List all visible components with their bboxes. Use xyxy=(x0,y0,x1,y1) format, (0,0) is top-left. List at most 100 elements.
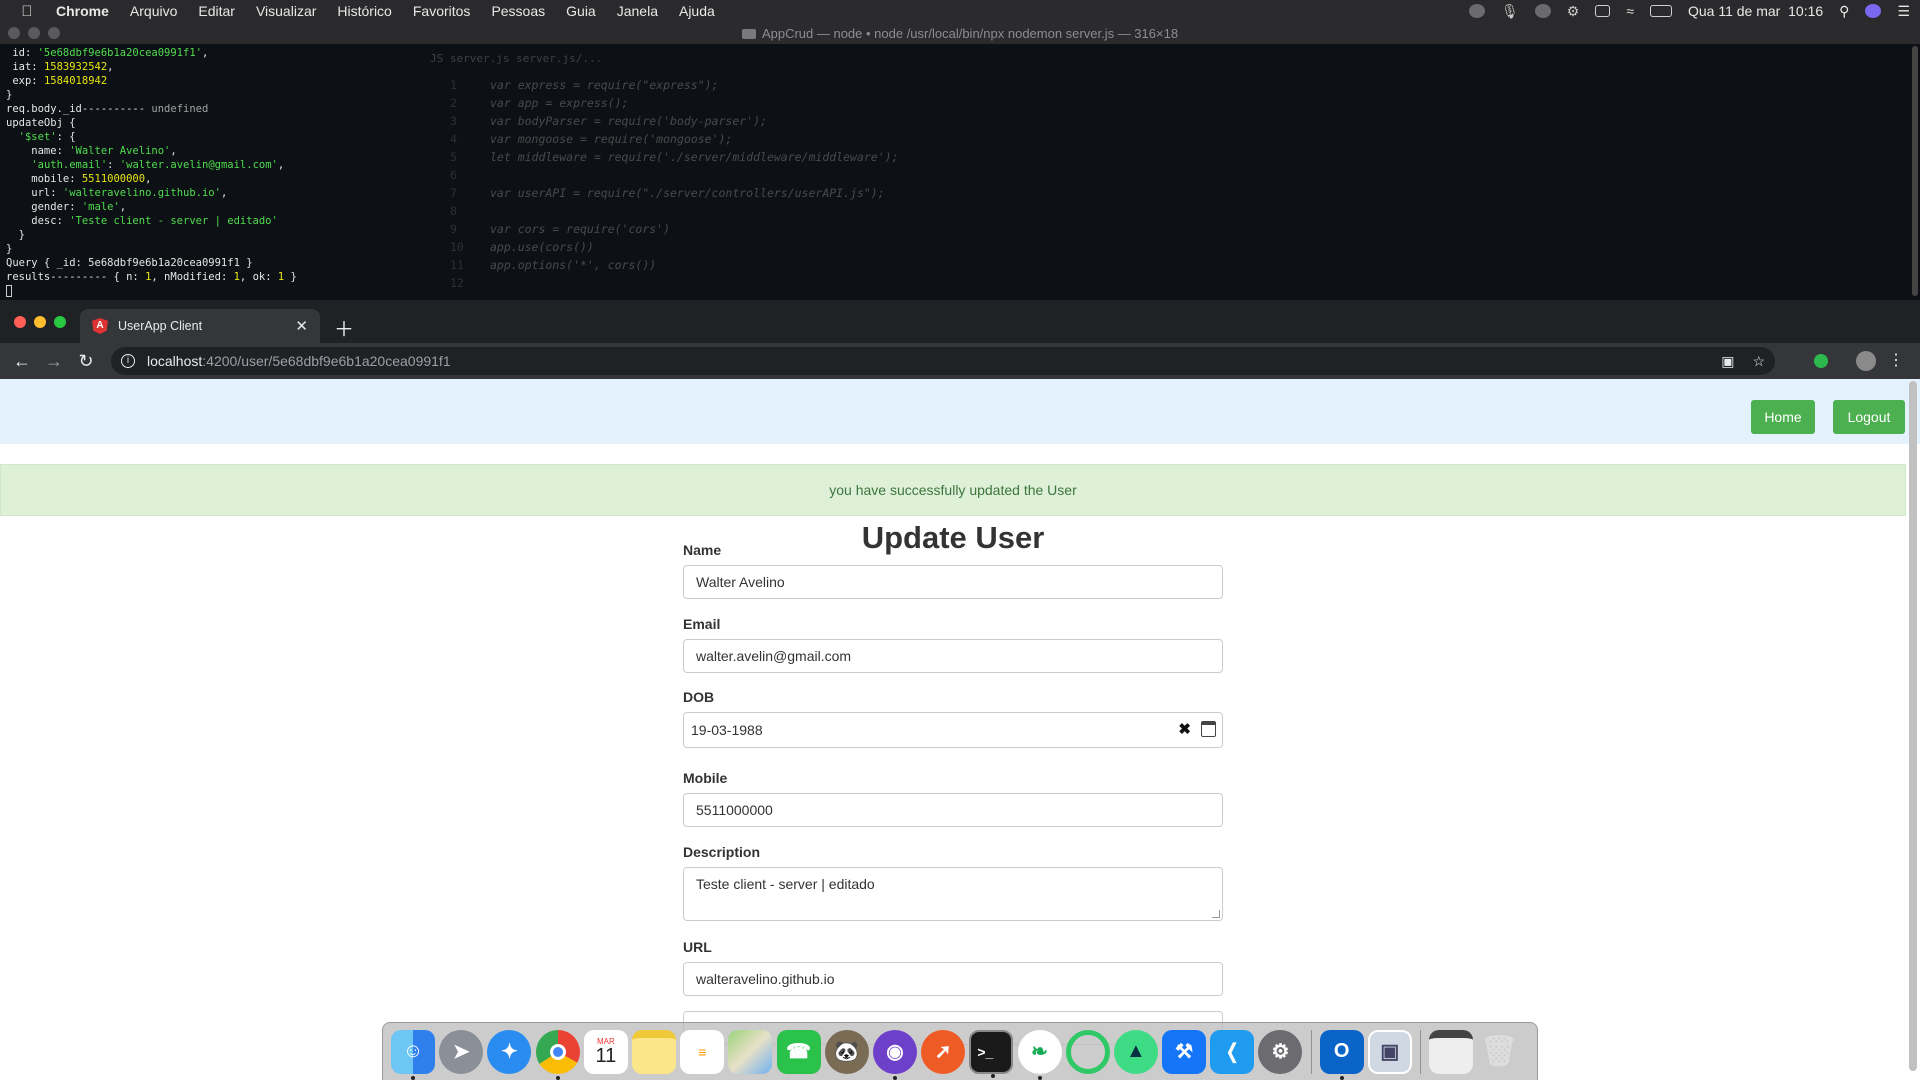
editor-code-line: 2 var app = express(); xyxy=(450,94,899,112)
tab-close-icon[interactable]: ✕ xyxy=(295,317,308,335)
editor-line-number: 5 xyxy=(450,150,457,164)
logout-button[interactable]: Logout xyxy=(1833,400,1905,434)
robo3t-icon[interactable] xyxy=(1065,1029,1110,1074)
menu-ajuda[interactable]: Ajuda xyxy=(679,3,715,19)
terminal-line-segment: , nModified: xyxy=(151,271,234,283)
siri-icon[interactable] xyxy=(1865,4,1882,18)
reminders-icon[interactable]: ≡ xyxy=(680,1029,725,1074)
xcode-icon[interactable]: ⚒ xyxy=(1162,1029,1207,1074)
postman-icon[interactable]: ➚ xyxy=(921,1029,966,1074)
editor-code-line: 1 var express = require("express"); xyxy=(450,76,899,94)
editor-code-line: 10 app.use(cors()) xyxy=(450,238,899,256)
status-gear-icon[interactable]: ⚙ xyxy=(1567,3,1580,20)
forward-icon[interactable]: → xyxy=(43,351,65,372)
home-button[interactable]: Home xyxy=(1751,400,1815,434)
email-input[interactable]: walter.avelin@gmail.com xyxy=(683,639,1223,673)
menu-app-name[interactable]: Chrome xyxy=(56,3,109,19)
trash-icon[interactable]: 🗑 xyxy=(1477,1030,1521,1074)
window-close-icon[interactable] xyxy=(14,316,26,328)
translate-icon[interactable]: ▣ xyxy=(1721,353,1734,370)
menu-historico[interactable]: Histórico xyxy=(337,3,391,19)
profile-avatar[interactable] xyxy=(1856,351,1876,371)
mobile-input[interactable]: 5511000000 xyxy=(683,793,1223,827)
mongodb-compass-icon[interactable]: ❧ xyxy=(1017,1029,1062,1080)
system-preferences-icon[interactable]: ⚙ xyxy=(1258,1029,1303,1074)
editor-code-line: 3 var bodyParser = require('body-parser')… xyxy=(450,112,899,130)
terminal-line-segment: , xyxy=(220,187,228,199)
clear-date-icon[interactable]: ✖ xyxy=(1178,721,1191,739)
chrome-icon[interactable] xyxy=(535,1029,580,1080)
editor-code-line: 5 let middleware = require('./server/midd… xyxy=(450,148,899,166)
name-input[interactable]: Walter Avelino xyxy=(683,565,1223,599)
dock-separator xyxy=(1310,1029,1312,1074)
calendar-icon[interactable] xyxy=(1201,721,1216,737)
editor-line-text: var app = express(); xyxy=(490,96,629,110)
window-minimize-icon[interactable] xyxy=(34,316,46,328)
menu-arquivo[interactable]: Arquivo xyxy=(130,3,177,19)
terminal-line-segment: 'auth.email' xyxy=(31,159,108,171)
extension-icon[interactable] xyxy=(1814,354,1828,368)
terminal-icon[interactable]: >_ xyxy=(969,1029,1014,1078)
terminal-line-segment: iat: xyxy=(6,61,44,73)
url-input[interactable]: walteravelino.github.io xyxy=(683,962,1223,996)
status-app-icon-2[interactable] xyxy=(1534,4,1551,18)
background-editor-reflection: JS server.js server.js/... 1 var express … xyxy=(430,44,1900,300)
downloads-icon[interactable] xyxy=(1429,1029,1474,1074)
tab-userapp-client[interactable]: A UserApp Client ✕ xyxy=(80,309,320,343)
terminal-title: AppCrud — node • node /usr/local/bin/npx… xyxy=(761,25,1179,41)
vscode-icon[interactable]: ❬ xyxy=(1210,1029,1255,1074)
calendar-icon[interactable]: MAR 11 xyxy=(583,1029,628,1074)
new-tab-icon[interactable]: ＋ xyxy=(334,313,354,342)
editor-code-line: 11 app.options('*', cors()) xyxy=(450,256,899,274)
dob-datepicker[interactable]: 19-03-1988 ✖ xyxy=(683,712,1223,748)
gimp-icon[interactable]: 🐼 xyxy=(824,1029,869,1074)
github-desktop-icon[interactable]: ◉ xyxy=(872,1029,917,1080)
editor-code-line: 6 xyxy=(450,166,899,184)
terminal-line-segment: } xyxy=(284,271,297,283)
menu-pessoas[interactable]: Pessoas xyxy=(491,3,545,19)
url-path: :4200/user/5e68dbf9e6b1a20cea0991f1 xyxy=(202,353,451,369)
bookmark-star-icon[interactable]: ☆ xyxy=(1752,353,1765,370)
outlook-icon[interactable]: O xyxy=(1319,1029,1364,1080)
screen-mirroring-icon[interactable] xyxy=(1595,5,1611,17)
editor-line-number: 6 xyxy=(450,168,457,182)
terminal-line-segment: undefined xyxy=(151,103,209,115)
notification-center-icon[interactable]: ☰ xyxy=(1897,3,1910,20)
site-info-icon[interactable]: i xyxy=(121,354,135,368)
menu-janela[interactable]: Janela xyxy=(617,3,658,19)
terminal-line-segment: 1584018942 xyxy=(43,75,108,87)
menu-guia[interactable]: Guia xyxy=(566,3,596,19)
dob-value: 19-03-1988 xyxy=(691,722,763,738)
page-scrollbar[interactable] xyxy=(1909,381,1917,1071)
address-bar[interactable]: i localhost:4200/user/5e68dbf9e6b1a20cea… xyxy=(111,347,1775,375)
microphone-icon[interactable]: 🎙 xyxy=(1501,3,1519,20)
apple-menu-icon[interactable]:  xyxy=(16,3,38,20)
description-textarea[interactable]: Teste client - server | editado xyxy=(683,867,1223,921)
maps-icon[interactable] xyxy=(728,1029,773,1074)
notes-icon[interactable] xyxy=(632,1029,677,1074)
menu-editar[interactable]: Editar xyxy=(198,3,235,19)
terminal-title-bar[interactable]: AppCrud — node • node /usr/local/bin/npx… xyxy=(0,22,1920,44)
finder-icon[interactable]: ☺ xyxy=(391,1029,436,1080)
menu-favoritos[interactable]: Favoritos xyxy=(413,3,471,19)
resize-grip-icon[interactable] xyxy=(1212,910,1220,918)
editor-code: 1 var express = require("express"); 2 var a… xyxy=(450,76,899,292)
window-zoom-icon[interactable] xyxy=(54,316,66,328)
reload-icon[interactable]: ↻ xyxy=(75,351,97,372)
status-app-icon[interactable] xyxy=(1468,4,1485,18)
menubar-datetime[interactable]: Qua 11 de mar 10:16 xyxy=(1688,3,1823,19)
android-studio-icon[interactable]: ▲ xyxy=(1113,1029,1158,1074)
terminal-output[interactable]: JS server.js server.js/... 1 var express … xyxy=(0,44,1920,300)
terminal-scrollbar[interactable] xyxy=(1912,46,1918,296)
chrome-menu-icon[interactable]: ⋮ xyxy=(1888,350,1904,370)
menu-visualizar[interactable]: Visualizar xyxy=(256,3,316,19)
preview-icon[interactable]: ▣ xyxy=(1367,1029,1412,1074)
terminal-line-segment: , xyxy=(277,159,285,171)
spotlight-search-icon[interactable]: ⚲ xyxy=(1839,3,1849,20)
launchpad-icon[interactable]: ➤ xyxy=(439,1029,484,1074)
safari-icon[interactable]: ✦ xyxy=(487,1029,532,1074)
facetime-icon[interactable]: ☎ xyxy=(776,1029,821,1074)
battery-icon[interactable] xyxy=(1650,5,1672,17)
wifi-icon[interactable]: ≈ xyxy=(1626,3,1634,19)
back-icon[interactable]: ← xyxy=(11,351,33,372)
